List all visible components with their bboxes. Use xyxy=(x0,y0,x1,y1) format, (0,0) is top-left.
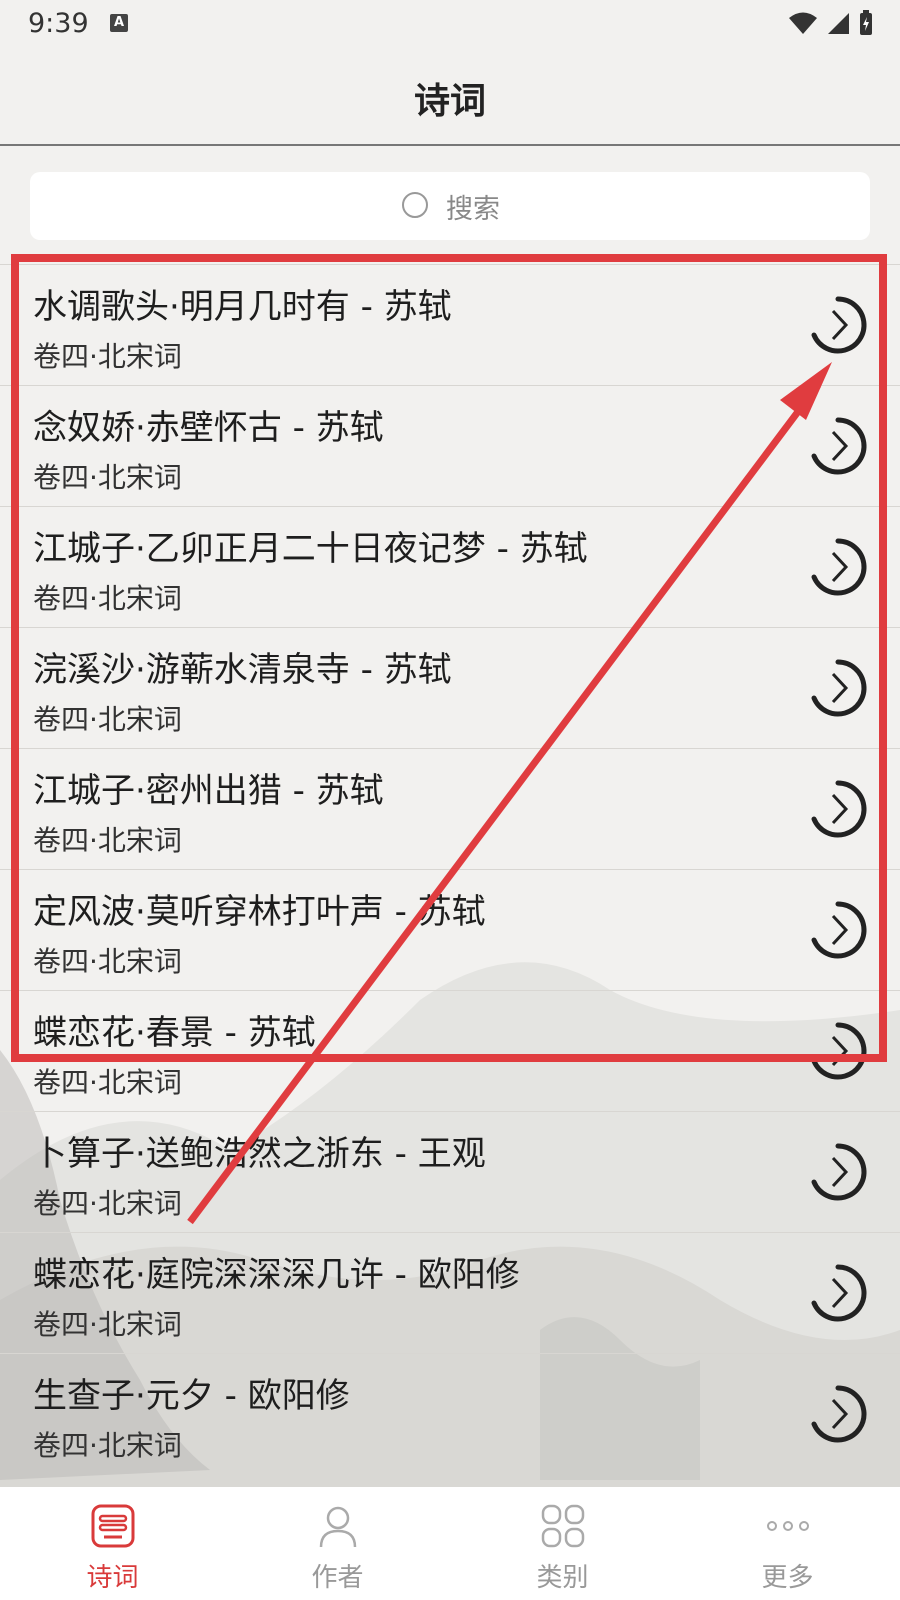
chevron-right-icon[interactable] xyxy=(806,1382,870,1446)
poem-title: 浣溪沙·游蕲水清泉寺 - 苏轼 xyxy=(33,650,452,690)
tab-more[interactable]: 更多 xyxy=(675,1487,900,1600)
signal-icon xyxy=(828,13,849,34)
tab-poems[interactable]: 诗词 xyxy=(0,1487,225,1600)
tab-label: 诗词 xyxy=(86,1563,139,1593)
poem-category: 卷四·北宋词 xyxy=(33,461,182,494)
status-indicators xyxy=(788,10,874,36)
list-item[interactable]: 江城子·密州出猎 - 苏轼 卷四·北宋词 xyxy=(0,748,900,869)
bottom-tab-bar: 诗词 作者 类别 更多 xyxy=(0,1487,900,1600)
poem-category: 卷四·北宋词 xyxy=(33,1308,182,1341)
poem-list: 水调歌头·明月几时有 - 苏轼 卷四·北宋词 念奴娇·赤壁怀古 - 苏轼 卷四·… xyxy=(0,264,900,1474)
search-icon xyxy=(402,192,428,218)
chevron-right-icon[interactable] xyxy=(806,656,870,720)
list-item[interactable]: 生查子·元夕 - 欧阳修 卷四·北宋词 xyxy=(0,1353,900,1474)
chevron-right-icon[interactable] xyxy=(806,898,870,962)
list-item[interactable]: 蝶恋花·庭院深深深几许 - 欧阳修 卷四·北宋词 xyxy=(0,1232,900,1353)
title-bar: 诗词 xyxy=(0,48,900,146)
list-item[interactable]: 水调歌头·明月几时有 - 苏轼 卷四·北宋词 xyxy=(0,264,900,385)
keyboard-badge-icon: A xyxy=(110,14,128,32)
list-item[interactable]: 蝶恋花·春景 - 苏轼 卷四·北宋词 xyxy=(0,990,900,1111)
chevron-right-icon[interactable] xyxy=(806,1261,870,1325)
chevron-right-icon[interactable] xyxy=(806,1019,870,1083)
chevron-right-icon[interactable] xyxy=(806,414,870,478)
person-icon xyxy=(319,1506,356,1548)
wifi-icon xyxy=(789,12,817,34)
poem-title: 生查子·元夕 - 欧阳修 xyxy=(33,1376,350,1416)
chevron-right-icon[interactable] xyxy=(806,293,870,357)
status-bar: 9:39 A xyxy=(0,0,900,48)
chevron-right-icon[interactable] xyxy=(806,777,870,841)
list-item[interactable]: 念奴娇·赤壁怀古 - 苏轼 卷四·北宋词 xyxy=(0,385,900,506)
poem-category: 卷四·北宋词 xyxy=(33,945,182,978)
status-time: 9:39 xyxy=(28,8,89,39)
grid-icon xyxy=(541,1504,584,1548)
poem-category: 卷四·北宋词 xyxy=(33,340,182,373)
list-item[interactable]: 定风波·莫听穿林打叶声 - 苏轼 卷四·北宋词 xyxy=(0,869,900,990)
chevron-right-icon[interactable] xyxy=(806,1140,870,1204)
poem-title: 蝶恋花·庭院深深深几许 - 欧阳修 xyxy=(33,1255,520,1295)
poem-category: 卷四·北宋词 xyxy=(33,703,182,736)
poem-title: 水调歌头·明月几时有 - 苏轼 xyxy=(33,287,452,327)
list-item[interactable]: 江城子·乙卯正月二十日夜记梦 - 苏轼 卷四·北宋词 xyxy=(0,506,900,627)
page-title: 诗词 xyxy=(413,81,486,122)
poem-title: 江城子·密州出猎 - 苏轼 xyxy=(33,771,384,811)
poem-title: 卜算子·送鲍浩然之浙东 - 王观 xyxy=(33,1134,486,1174)
list-item[interactable]: 卜算子·送鲍浩然之浙东 - 王观 卷四·北宋词 xyxy=(0,1111,900,1232)
poem-title: 定风波·莫听穿林打叶声 - 苏轼 xyxy=(33,892,486,932)
search-placeholder: 搜索 xyxy=(446,193,500,225)
more-dots-icon xyxy=(766,1521,809,1531)
poem-title: 蝶恋花·春景 - 苏轼 xyxy=(33,1013,316,1053)
poem-category: 卷四·北宋词 xyxy=(33,1066,182,1099)
tab-authors[interactable]: 作者 xyxy=(225,1487,450,1600)
battery-icon xyxy=(860,10,872,35)
poem-scroll-icon xyxy=(91,1504,134,1548)
chevron-right-icon[interactable] xyxy=(806,535,870,599)
list-item[interactable]: 浣溪沙·游蕲水清泉寺 - 苏轼 卷四·北宋词 xyxy=(0,627,900,748)
tab-label: 作者 xyxy=(311,1563,364,1593)
poem-category: 卷四·北宋词 xyxy=(33,1429,182,1462)
poem-category: 卷四·北宋词 xyxy=(33,824,182,857)
tab-label: 类别 xyxy=(536,1563,589,1593)
poem-title: 江城子·乙卯正月二十日夜记梦 - 苏轼 xyxy=(33,529,588,569)
tab-categories[interactable]: 类别 xyxy=(450,1487,675,1600)
poem-title: 念奴娇·赤壁怀古 - 苏轼 xyxy=(33,408,384,448)
poem-category: 卷四·北宋词 xyxy=(33,582,182,615)
search-input[interactable]: 搜索 xyxy=(30,172,870,240)
tab-label: 更多 xyxy=(761,1563,814,1593)
poem-category: 卷四·北宋词 xyxy=(33,1187,182,1220)
